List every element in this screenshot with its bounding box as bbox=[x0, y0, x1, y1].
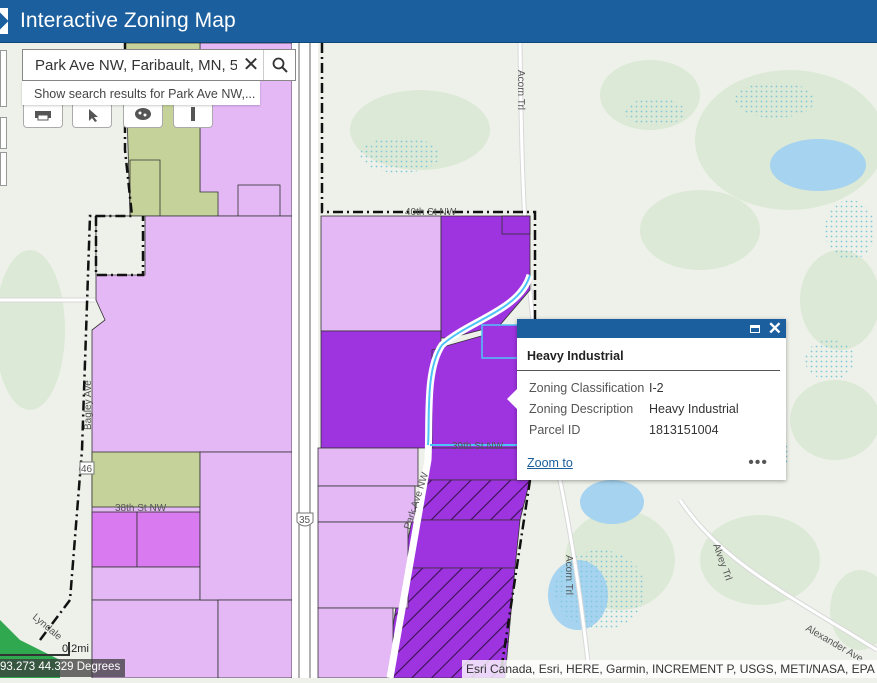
attribute-label: Parcel ID bbox=[529, 423, 581, 437]
logo-icon bbox=[0, 8, 8, 34]
svg-text:46: 46 bbox=[81, 464, 93, 475]
select-icon bbox=[89, 108, 98, 122]
svg-text:35: 35 bbox=[299, 515, 311, 526]
zoom-out-button[interactable] bbox=[0, 152, 7, 186]
maximize-icon[interactable] bbox=[749, 324, 760, 333]
search-button[interactable] bbox=[263, 50, 295, 80]
highway-46-shield: 46 bbox=[79, 461, 95, 475]
map-attribution: Esri Canada, Esri, HERE, Garmin, INCREME… bbox=[462, 660, 877, 678]
road-label-acorn-trl-north: Acorn Trl bbox=[515, 70, 526, 110]
attribute-value: Heavy Industrial bbox=[649, 402, 739, 416]
road-label-bagley-ave: Bagley Ave bbox=[83, 380, 94, 430]
measure-icon bbox=[191, 106, 195, 121]
layers-icon bbox=[135, 107, 151, 120]
attribute-value: I-2 bbox=[649, 381, 664, 395]
attribute-value: 1813151004 bbox=[649, 423, 719, 437]
road-label-40th: 40th St NW bbox=[405, 207, 457, 218]
highway-35-shield: 35 bbox=[296, 512, 314, 527]
search-icon bbox=[272, 57, 288, 73]
popup-attribute-row: Zoning Description Heavy Industrial bbox=[517, 395, 786, 416]
home-button[interactable] bbox=[0, 117, 7, 149]
interstate-35 bbox=[292, 43, 318, 678]
zoom-in-button[interactable] bbox=[0, 50, 7, 107]
popup-header: ✕ bbox=[517, 319, 786, 338]
close-icon[interactable]: ✕ bbox=[768, 320, 782, 337]
more-options-icon[interactable]: ••• bbox=[748, 454, 768, 472]
popup-attribute-row: Zoning Classification I-2 bbox=[517, 374, 786, 395]
popup-attribute-row: Parcel ID 1813151004 bbox=[517, 416, 786, 437]
scale-label: 0.2mi bbox=[62, 643, 89, 655]
scale-bar bbox=[0, 642, 70, 656]
search-suggestion[interactable]: Show search results for Park Ave NW,... bbox=[22, 81, 260, 105]
attribute-label: Zoning Description bbox=[529, 402, 634, 416]
app-header: Interactive Zoning Map bbox=[0, 0, 877, 43]
road-label-39th: 39th St NW bbox=[452, 441, 504, 452]
zoom-to-link[interactable]: Zoom to bbox=[527, 456, 573, 470]
app-title: Interactive Zoning Map bbox=[20, 9, 236, 32]
attribute-label: Zoning Classification bbox=[529, 381, 645, 395]
print-icon bbox=[35, 110, 51, 120]
feature-popup: ✕ Heavy Industrial Zoning Classification… bbox=[507, 319, 786, 480]
clear-search-button[interactable]: ✕ bbox=[239, 51, 263, 79]
road-label-acorn-trl-south: Acorn Trl bbox=[563, 555, 574, 595]
coordinate-readout: 93.273 44.329 Degrees bbox=[0, 659, 126, 677]
search-input[interactable] bbox=[23, 50, 239, 80]
popup-title: Heavy Industrial bbox=[517, 338, 780, 371]
road-label-38th: 38th St NW bbox=[115, 503, 167, 514]
search-box: ✕ bbox=[22, 49, 296, 81]
